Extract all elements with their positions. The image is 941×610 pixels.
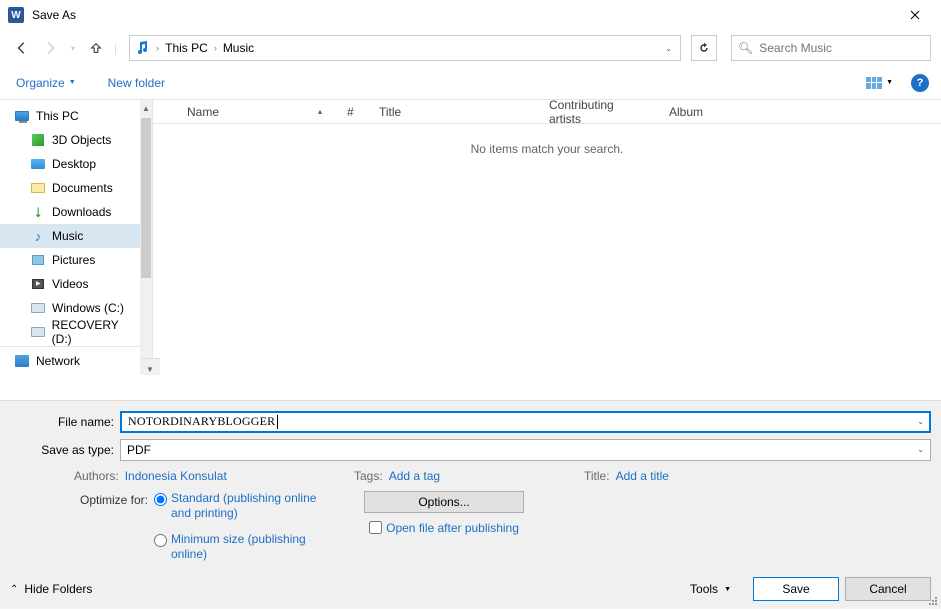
breadcrumb-root[interactable]: This PC: [165, 41, 208, 55]
chevron-down-icon: ▼: [724, 586, 731, 593]
sort-caret-icon: ▴: [318, 107, 322, 116]
radio-minimum[interactable]: Minimum size (publishing online): [154, 532, 334, 563]
col-name[interactable]: Name▴: [177, 105, 337, 119]
address-bar[interactable]: › This PC › Music ⌄: [129, 35, 681, 61]
col-album[interactable]: Album: [659, 105, 799, 119]
back-button[interactable]: [10, 36, 34, 60]
videos-icon: [32, 279, 44, 289]
optimize-label: Optimize for:: [64, 491, 154, 507]
address-dropdown-icon[interactable]: ⌄: [661, 44, 676, 53]
search-box[interactable]: 🔍︎: [731, 35, 931, 61]
window-title: Save As: [32, 8, 76, 22]
help-button[interactable]: ?: [911, 74, 929, 92]
column-headers: Name▴ # Title Contributing artists Album: [153, 100, 941, 124]
forward-button[interactable]: [38, 36, 62, 60]
tools-button[interactable]: Tools▼: [690, 582, 731, 596]
authors-label: Authors:: [74, 469, 119, 483]
hide-folders-button[interactable]: ⌃Hide Folders: [10, 582, 92, 596]
tree-network[interactable]: Network: [0, 346, 140, 370]
authors-value[interactable]: Indonesia Konsulat: [125, 469, 227, 483]
title-label: Title:: [584, 469, 610, 483]
chevron-down-icon: ▼: [886, 79, 893, 86]
tree-downloads[interactable]: ⭣Downloads: [0, 200, 140, 224]
cancel-button[interactable]: Cancel: [845, 577, 931, 601]
music-icon: ♪: [30, 228, 46, 244]
command-bar: Organize▼ New folder ▼ ?: [0, 66, 941, 100]
navbar: ▾ | › This PC › Music ⌄ 🔍︎: [0, 30, 941, 66]
saveas-label: Save as type:: [10, 443, 120, 457]
open-after-checkbox[interactable]: Open file after publishing: [369, 521, 519, 535]
organize-button[interactable]: Organize▼: [12, 72, 80, 94]
search-input[interactable]: [759, 41, 924, 55]
radio-standard[interactable]: Standard (publishing online and printing…: [154, 491, 334, 522]
close-button[interactable]: [897, 0, 933, 30]
music-icon: [134, 40, 150, 56]
tree-3d-objects[interactable]: 3D Objects: [0, 128, 140, 152]
chevron-down-icon[interactable]: ⌄: [917, 417, 924, 426]
word-icon: W: [8, 7, 24, 23]
filename-field[interactable]: NOTORDINARYBLOGGER⌄: [120, 411, 931, 433]
scroll-down-icon[interactable]: ▼: [140, 358, 160, 375]
tree-drive-c[interactable]: Windows (C:): [0, 296, 140, 320]
folder-icon: [31, 183, 45, 193]
desktop-icon: [31, 159, 45, 169]
titlebar: W Save As: [0, 0, 941, 30]
drive-icon: [31, 327, 45, 337]
cube-icon: [32, 134, 44, 146]
options-button[interactable]: Options...: [364, 491, 524, 513]
scroll-up-icon[interactable]: ▲: [140, 100, 152, 116]
empty-message: No items match your search.: [153, 124, 941, 156]
chevron-down-icon: ▼: [69, 79, 76, 86]
file-list: Name▴ # Title Contributing artists Album…: [152, 100, 941, 375]
footer: ⌃Hide Folders Tools▼ Save Cancel: [0, 569, 941, 609]
chevron-right-icon: ›: [156, 43, 159, 53]
chevron-down-icon[interactable]: ⌄: [917, 445, 924, 454]
chevron-up-icon: ⌃: [10, 584, 18, 595]
drive-icon: [31, 303, 45, 313]
tree-videos[interactable]: Videos: [0, 272, 140, 296]
nav-tree[interactable]: This PC 3D Objects Desktop Documents ⭣Do…: [0, 100, 140, 375]
col-title[interactable]: Title: [369, 105, 539, 119]
recent-dropdown[interactable]: ▾: [66, 36, 80, 60]
tree-desktop[interactable]: Desktop: [0, 152, 140, 176]
tree-documents[interactable]: Documents: [0, 176, 140, 200]
filename-label: File name:: [10, 415, 120, 429]
col-number[interactable]: #: [337, 105, 369, 119]
saveas-type-field[interactable]: PDF⌄: [120, 439, 931, 461]
save-form: File name: NOTORDINARYBLOGGER⌄ Save as t…: [0, 400, 941, 569]
breadcrumb-current[interactable]: Music: [223, 41, 254, 55]
new-folder-button[interactable]: New folder: [104, 72, 169, 94]
title-value[interactable]: Add a title: [616, 469, 669, 483]
resize-grip[interactable]: [927, 595, 939, 607]
main-area: This PC 3D Objects Desktop Documents ⭣Do…: [0, 100, 941, 375]
view-icon: [866, 77, 882, 89]
view-button[interactable]: ▼: [862, 75, 897, 91]
tags-value[interactable]: Add a tag: [389, 469, 440, 483]
chevron-right-icon: ›: [214, 43, 217, 53]
col-artists[interactable]: Contributing artists: [539, 98, 659, 126]
search-icon: 🔍︎: [738, 41, 753, 55]
save-button[interactable]: Save: [753, 577, 839, 601]
tree-pictures[interactable]: Pictures: [0, 248, 140, 272]
download-icon: ⭣: [30, 204, 46, 220]
tree-music[interactable]: ♪Music: [0, 224, 140, 248]
network-icon: [15, 355, 29, 367]
tags-label: Tags:: [354, 469, 383, 483]
scroll-thumb[interactable]: [141, 118, 151, 278]
tree-scrollbar[interactable]: ▲ ▼: [140, 100, 152, 375]
pc-icon: [15, 111, 29, 121]
tree-drive-d[interactable]: RECOVERY (D:): [0, 320, 140, 344]
tree-this-pc[interactable]: This PC: [0, 104, 140, 128]
refresh-button[interactable]: [691, 35, 717, 61]
pictures-icon: [32, 255, 44, 265]
up-button[interactable]: [84, 36, 108, 60]
